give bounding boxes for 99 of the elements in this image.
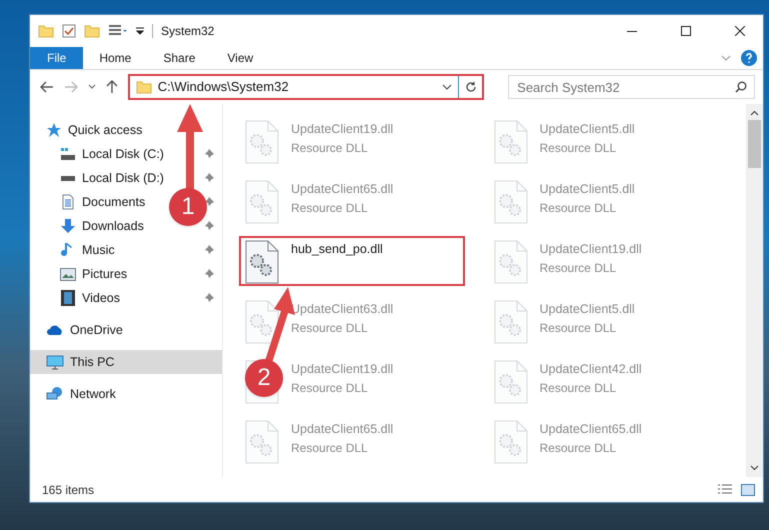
file-type: Resource DLL — [540, 320, 618, 337]
search-icon[interactable] — [735, 81, 748, 93]
close-icon — [735, 26, 745, 36]
address-path: C:\Windows\System32 — [158, 78, 290, 96]
file-type: Resource DLL — [540, 260, 618, 277]
checklist-icon[interactable] — [62, 24, 76, 38]
nav-item-label[interactable]: Local Disk (C:) — [82, 146, 164, 161]
dll-file-icon — [245, 240, 279, 284]
cloud-icon — [46, 324, 64, 336]
window-title: System32 — [161, 23, 214, 40]
refresh-icon[interactable] — [465, 81, 478, 93]
file-name: UpdateClient42.dll — [540, 361, 642, 378]
scroll-down-icon[interactable] — [750, 465, 759, 471]
nav-item-label[interactable]: Videos — [82, 290, 120, 305]
file-type: Resource DLL — [291, 200, 369, 217]
ribbon-tab[interactable]: Home — [83, 47, 148, 69]
dll-file-icon — [494, 120, 528, 164]
nav-item-highlight[interactable]: Quick access — [30, 118, 222, 142]
nav-item-label[interactable]: Network — [70, 384, 116, 404]
file-name: hub_send_po.dll — [291, 241, 383, 258]
expand-ribbon-icon[interactable] — [721, 55, 731, 61]
scroll-up-icon[interactable] — [750, 110, 759, 116]
pin-icon[interactable] — [204, 245, 214, 255]
nav-item-highlight[interactable]: This PC — [30, 350, 222, 374]
ribbon-tab[interactable]: Share — [147, 47, 212, 69]
nav-item-highlight[interactable]: OneDrive — [30, 318, 222, 342]
music-note-icon — [61, 242, 75, 258]
file-type: Resource DLL — [540, 440, 618, 457]
file-name: UpdateClient65.dll — [291, 421, 394, 438]
scrollbar[interactable] — [746, 104, 763, 477]
back-arrow-icon[interactable] — [40, 81, 54, 93]
pin-icon[interactable] — [204, 173, 214, 183]
file-type: Resource DLL — [291, 380, 369, 397]
dll-file-icon — [245, 300, 279, 344]
file-name: UpdateClient5.dll — [540, 181, 635, 198]
pin-icon[interactable] — [204, 293, 214, 303]
file-name: UpdateClient65.dll — [540, 421, 642, 438]
nav-item-label[interactable]: Downloads — [82, 218, 144, 233]
dll-file-icon — [245, 420, 279, 464]
file-name: UpdateClient19.dll — [291, 121, 394, 138]
nav-item-label[interactable]: Documents — [82, 194, 146, 209]
file-name: UpdateClient5.dll — [540, 301, 635, 318]
highlighted-file-item[interactable]: hub_send_po.dll — [239, 236, 465, 286]
folder-icon — [84, 24, 100, 38]
dll-file-icon — [494, 420, 528, 464]
address-bar[interactable]: C:\Windows\System32 — [128, 74, 484, 100]
file-name: UpdateClient19.dll — [540, 241, 642, 258]
recent-dropdown-icon[interactable] — [88, 84, 96, 90]
file-name: UpdateClient5.dll — [540, 121, 635, 138]
scrollbar-thumb[interactable] — [748, 120, 761, 168]
nav-item-label[interactable]: OneDrive — [70, 320, 123, 340]
details-view-icon[interactable] — [717, 484, 733, 496]
up-arrow-icon[interactable] — [106, 80, 118, 94]
maximize-icon — [681, 26, 691, 36]
nav-item-highlight[interactable]: Network — [30, 382, 222, 406]
search-field[interactable]: Search System32 — [508, 75, 756, 99]
item-count: 165 items — [42, 482, 94, 498]
document-icon — [61, 194, 75, 210]
nav-item-label[interactable]: Music — [82, 242, 115, 257]
ribbon-tab[interactable]: File — [30, 47, 84, 69]
nav-item-label[interactable]: Pictures — [82, 266, 128, 281]
star-icon — [46, 122, 62, 138]
pin-icon[interactable] — [204, 221, 214, 231]
dropdown-icon[interactable] — [136, 27, 144, 35]
file-type: Resource DLL — [291, 140, 369, 157]
file-name: UpdateClient19.dll — [291, 361, 394, 378]
dll-file-icon — [494, 240, 528, 284]
drive-icon — [61, 176, 75, 180]
dll-file-icon — [494, 180, 528, 224]
minimize-icon — [627, 30, 637, 32]
pin-icon[interactable] — [204, 149, 214, 159]
folder-icon — [38, 24, 54, 38]
dll-file-icon — [245, 120, 279, 164]
properties-icon[interactable] — [108, 24, 128, 38]
dropdown-icon[interactable] — [442, 84, 452, 90]
file-type: Resource DLL — [291, 320, 369, 337]
nav-item-label[interactable]: Local Disk (D:) — [82, 170, 164, 185]
help-icon[interactable] — [741, 50, 757, 66]
folder-icon — [136, 80, 152, 94]
file-name: UpdateClient65.dll — [291, 181, 394, 198]
thumbnail-view-icon[interactable] — [741, 484, 755, 496]
picture-icon — [60, 268, 76, 280]
monitor-icon — [46, 354, 64, 370]
nav-item-label[interactable]: Quick access — [68, 120, 142, 140]
pin-icon[interactable] — [204, 197, 214, 207]
down-arrow-icon — [60, 218, 76, 234]
nav-item-label[interactable]: This PC — [70, 352, 114, 372]
pin-icon[interactable] — [204, 269, 214, 279]
drive-icon — [60, 147, 76, 161]
file-type: Resource DLL — [291, 440, 369, 457]
file-type: Resource DLL — [540, 380, 618, 397]
dll-file-icon — [245, 180, 279, 224]
dll-file-icon — [494, 360, 528, 404]
file-type: Resource DLL — [540, 200, 618, 217]
file-type: Resource DLL — [540, 140, 618, 157]
ribbon-tab[interactable]: View — [211, 47, 270, 69]
network-icon — [46, 386, 64, 402]
dll-file-icon — [494, 300, 528, 344]
film-icon — [61, 290, 75, 306]
